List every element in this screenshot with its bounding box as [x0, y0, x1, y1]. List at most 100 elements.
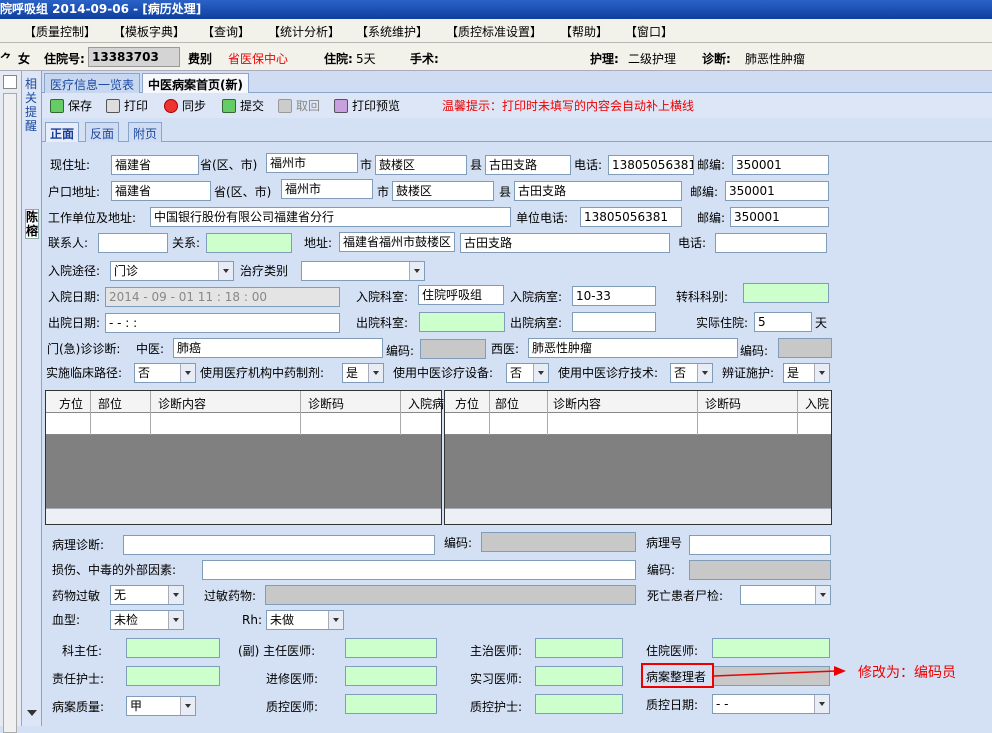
menu-help[interactable]: 【帮助】: [560, 23, 608, 40]
menu-window[interactable]: 【窗口】: [625, 23, 673, 40]
qc-date-select[interactable]: - -: [712, 694, 830, 714]
discharge-dept[interactable]: [419, 312, 505, 332]
address-county[interactable]: 鼓楼区: [375, 155, 467, 175]
menu-qc-standard[interactable]: 【质控标准设置】: [446, 23, 542, 40]
admission-ward[interactable]: 10-33: [572, 286, 656, 306]
household-city-suffix: 市: [377, 185, 390, 199]
address-zip[interactable]: 350001: [732, 155, 829, 175]
pin-icon[interactable]: [3, 75, 17, 89]
admission-dept[interactable]: 住院呼吸组: [418, 285, 504, 305]
equip-select[interactable]: 否: [506, 363, 549, 383]
qc-nurse-input[interactable]: [535, 694, 623, 714]
contact-phone[interactable]: [715, 233, 827, 253]
tech-label: 使用中医诊疗技术:: [558, 366, 659, 380]
menu-query[interactable]: 【查询】: [202, 23, 250, 40]
allergy-select[interactable]: 无: [110, 585, 184, 605]
horizontal-scrollbar[interactable]: [46, 508, 441, 524]
attending-input[interactable]: [535, 638, 623, 658]
address-province[interactable]: 福建省: [111, 155, 199, 175]
household-province-suffix: 省(区、市): [214, 185, 272, 199]
tab-medical-info[interactable]: 医疗信息一览表: [44, 73, 141, 93]
sync-button[interactable]: 同步: [164, 97, 206, 114]
horizontal-scrollbar[interactable]: [445, 508, 831, 524]
household-city[interactable]: 福州市: [281, 179, 373, 199]
admission-date[interactable]: 2014 - 09 - 01 11 : 18 : 00: [105, 287, 340, 307]
nurse-input[interactable]: [126, 666, 220, 686]
injury-label: 损伤、中毒的外部因素:: [52, 563, 177, 577]
tcm-diagnosis[interactable]: 肺癌: [173, 338, 383, 358]
transfer-dept[interactable]: [743, 283, 829, 303]
submit-button[interactable]: 提交: [222, 97, 264, 114]
treatment-select[interactable]: [301, 261, 425, 281]
menu-system[interactable]: 【系统维护】: [356, 23, 428, 40]
discharge-ward[interactable]: [572, 312, 656, 332]
tab-tcm-front-page[interactable]: 中医病案首页(新): [142, 73, 249, 93]
contact-address[interactable]: 福建省福州市鼓楼区: [339, 232, 455, 252]
tech-select[interactable]: 否: [670, 363, 713, 383]
diagnosis-value: 肺恶性肿瘤: [745, 52, 806, 66]
director-input[interactable]: [126, 638, 220, 658]
address-street[interactable]: 古田支路: [485, 155, 571, 175]
pathology-no[interactable]: [689, 535, 831, 555]
withdraw-button[interactable]: 取回: [278, 97, 320, 114]
injury-cause[interactable]: [202, 560, 636, 580]
treatment-label: 治疗类别: [240, 264, 289, 278]
household-county[interactable]: 鼓楼区: [392, 181, 494, 201]
address-province-suffix: 省(区、市): [200, 158, 258, 172]
route-select[interactable]: 门诊: [110, 261, 234, 281]
diagnosis-label: 诊断:: [702, 52, 731, 66]
actual-stay[interactable]: 5: [754, 312, 812, 332]
qc-doctor-input[interactable]: [345, 694, 437, 714]
west-diagnosis[interactable]: 肺恶性肿瘤: [528, 338, 738, 358]
col-site: 部位: [495, 397, 520, 411]
advanced-input[interactable]: [345, 666, 437, 686]
pathway-select[interactable]: 否: [134, 363, 196, 383]
chevron-down-icon: [409, 262, 424, 280]
diagnosis-grid-left[interactable]: 方位 部位 诊断内容 诊断码 入院病: [45, 390, 444, 525]
contact-street[interactable]: 古田支路: [460, 233, 670, 253]
prep-select[interactable]: 是: [342, 363, 384, 383]
rh-select[interactable]: 未做: [266, 610, 344, 630]
route-label: 入院途径:: [48, 264, 101, 278]
record-quality-label: 病案质量:: [52, 700, 105, 714]
discharge-date[interactable]: - - : :: [105, 313, 340, 333]
side-tab-patient[interactable]: 陈榕: [25, 209, 39, 239]
resident-input[interactable]: [712, 638, 830, 658]
blood-type-select[interactable]: 未检: [110, 610, 184, 630]
print-button[interactable]: 打印: [106, 97, 148, 114]
equip-label: 使用中医诊疗设备:: [393, 366, 494, 380]
contact-name[interactable]: [98, 233, 168, 253]
menu-template[interactable]: 【模板字典】: [113, 23, 185, 40]
household-zip[interactable]: 350001: [725, 181, 829, 201]
table-row[interactable]: [46, 413, 441, 435]
intern-input[interactable]: [535, 666, 623, 686]
tab-back[interactable]: 反面: [85, 122, 120, 142]
tab-front[interactable]: 正面: [45, 122, 80, 142]
address-city[interactable]: 福州市: [266, 153, 358, 173]
address-phone[interactable]: 13805056381: [608, 155, 694, 175]
fee-type: 省医保中心: [228, 52, 289, 66]
print-preview-button[interactable]: 打印预览: [334, 97, 400, 114]
syndrome-select[interactable]: 是: [783, 363, 830, 383]
household-province[interactable]: 福建省: [111, 181, 211, 201]
tab-appendix[interactable]: 附页: [128, 122, 163, 142]
contact-relation[interactable]: [206, 233, 292, 253]
scroll-down-icon[interactable]: [22, 705, 42, 721]
pathology-diagnosis[interactable]: [123, 535, 435, 555]
patient-gender: 女: [18, 52, 31, 66]
work-phone[interactable]: 13805056381: [580, 207, 682, 227]
left-scrollbar[interactable]: [3, 93, 17, 733]
menu-stats[interactable]: 【统计分析】: [268, 23, 340, 40]
diagnosis-grid-right[interactable]: 方位 部位 诊断内容 诊断码 入院: [444, 390, 832, 525]
work-unit[interactable]: 中国银行股份有限公司福建省分行: [150, 207, 511, 227]
main-tabs: 医疗信息一览表 中医病案首页(新): [42, 71, 992, 93]
autopsy-select[interactable]: [740, 585, 831, 605]
record-quality-select[interactable]: 甲: [126, 696, 196, 716]
menu-quality[interactable]: 【质量控制】: [24, 23, 96, 40]
table-row[interactable]: [445, 413, 831, 435]
work-zip[interactable]: 350001: [730, 207, 829, 227]
chief-input[interactable]: [345, 638, 437, 658]
household-street[interactable]: 古田支路: [514, 181, 682, 201]
side-tab-reminder[interactable]: 相关提醒: [25, 77, 39, 133]
save-button[interactable]: 保存: [50, 97, 92, 114]
